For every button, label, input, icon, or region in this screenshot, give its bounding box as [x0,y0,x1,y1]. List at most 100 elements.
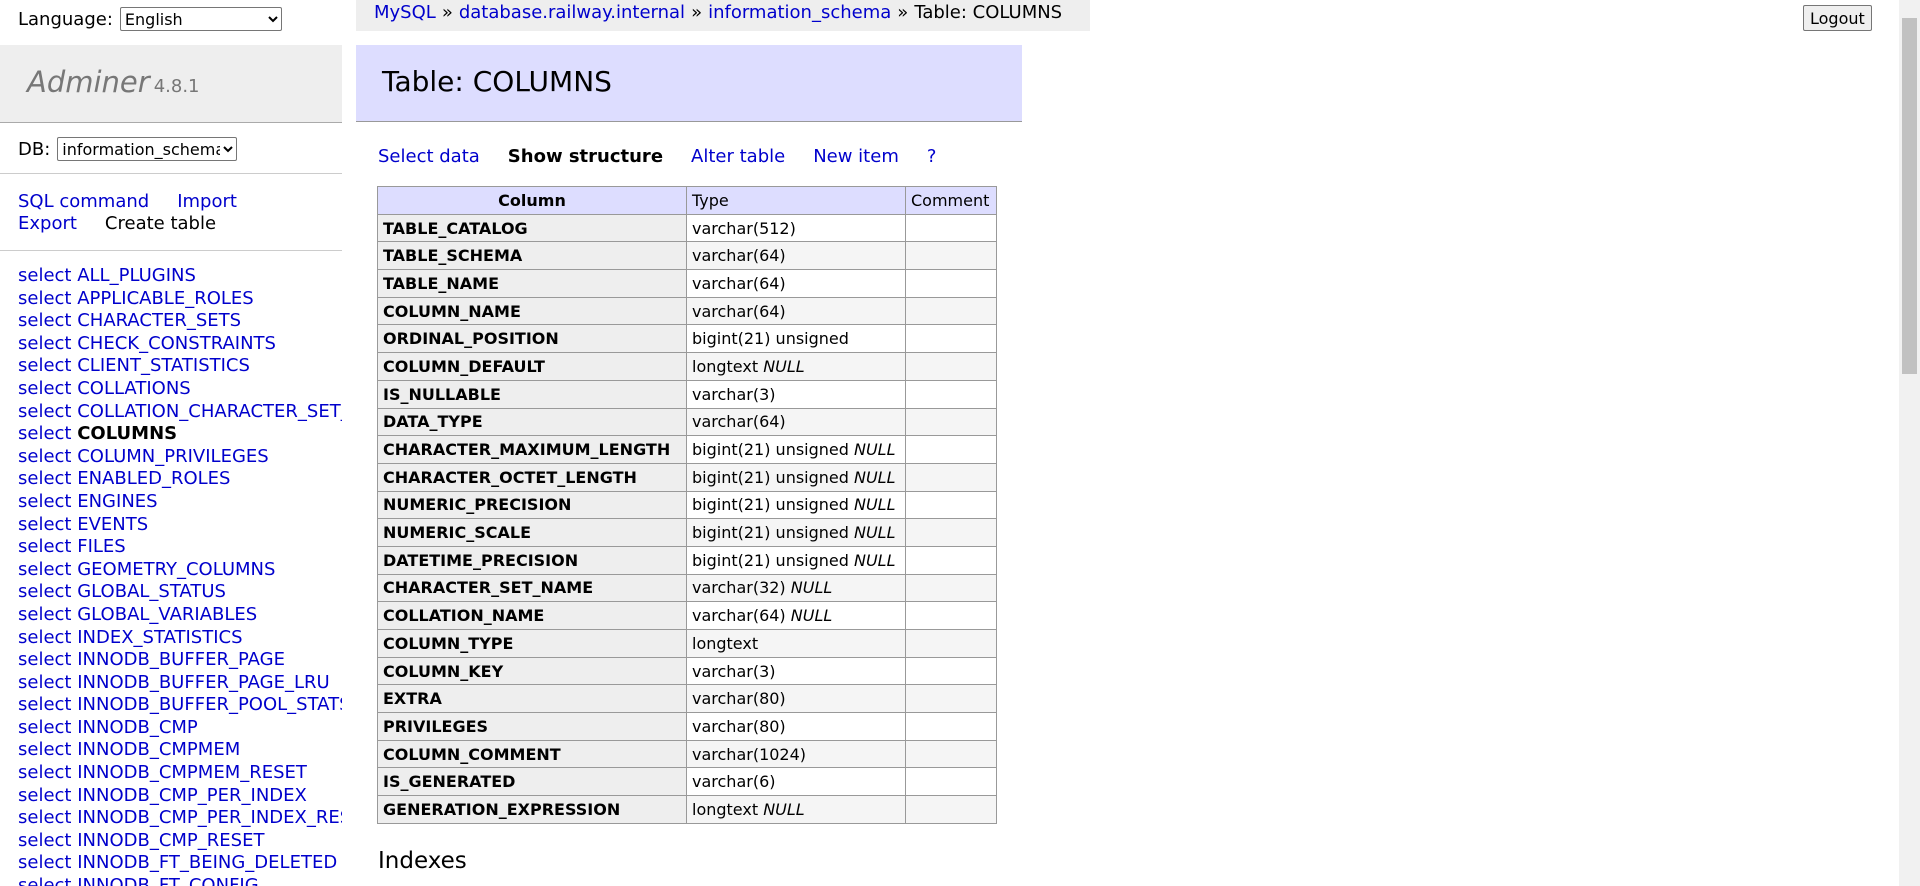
scrollbar[interactable] [1899,0,1920,886]
table-name-link[interactable]: INNODB_CMP_PER_INDEX_RESET [77,807,342,828]
select-link[interactable]: select [18,423,71,444]
select-link[interactable]: select [18,649,71,670]
select-link[interactable]: select [18,333,71,354]
table-name-link[interactable]: INDEX_STATISTICS [77,627,242,648]
table-name-link[interactable]: INNODB_FT_BEING_DELETED [77,852,337,873]
select-link[interactable]: select [18,446,71,467]
table-name-link[interactable]: INNODB_CMP_RESET [77,830,264,851]
brand-logo[interactable]: Adminer 4.8.1 [27,65,200,99]
sidebar-table-item[interactable]: select INNODB_FT_BEING_DELETED [18,852,342,875]
sidebar-table-item[interactable]: select ENGINES [18,491,342,514]
select-link[interactable]: select [18,830,71,851]
sidebar-table-item[interactable]: select GLOBAL_STATUS [18,581,342,604]
sidebar-table-item[interactable]: select INDEX_STATISTICS [18,627,342,650]
table-name-link[interactable]: INNODB_BUFFER_PAGE [77,649,285,670]
table-name-link[interactable]: INNODB_CMPMEM [77,739,240,760]
table-name-link[interactable]: ALL_PLUGINS [77,265,196,286]
sidebar-table-item[interactable]: select INNODB_BUFFER_POOL_STATS [18,694,342,717]
select-link[interactable]: select [18,604,71,625]
sidebar-table-item[interactable]: select COLUMNS [18,423,342,446]
breadcrumb-host[interactable]: database.railway.internal [459,2,685,23]
language-select[interactable]: English [119,7,282,31]
sidebar-table-item[interactable]: select ENABLED_ROLES [18,468,342,491]
sidebar-table-item[interactable]: select INNODB_CMP_RESET [18,830,342,853]
select-link[interactable]: select [18,627,71,648]
select-link[interactable]: select [18,378,71,399]
table-name-link[interactable]: INNODB_CMP [77,717,198,738]
sidebar-table-item[interactable]: select COLLATION_CHARACTER_SET_APPLICABI… [18,401,342,424]
table-name-link[interactable]: INNODB_CMPMEM_RESET [77,762,307,783]
table-name-link[interactable]: INNODB_BUFFER_POOL_STATS [77,694,342,715]
table-name-link[interactable]: COLLATIONS [77,378,190,399]
import-link[interactable]: Import [177,191,237,212]
select-link[interactable]: select [18,401,71,422]
sidebar-table-item[interactable]: select EVENTS [18,514,342,537]
select-link[interactable]: select [18,762,71,783]
select-link[interactable]: select [18,468,71,489]
select-link[interactable]: select [18,807,71,828]
table-name-link[interactable]: COLLATION_CHARACTER_SET_APPLICABILITY [77,401,342,422]
breadcrumb-server[interactable]: MySQL [374,2,436,23]
select-link[interactable]: select [18,310,71,331]
sidebar-table-item[interactable]: select INNODB_CMP_PER_INDEX_RESET [18,807,342,830]
table-name-link[interactable]: ENABLED_ROLES [77,468,230,489]
sidebar-table-item[interactable]: select COLLATIONS [18,378,342,401]
sidebar-table-item[interactable]: select COLUMN_PRIVILEGES [18,446,342,469]
select-link[interactable]: select [18,536,71,557]
sidebar-table-item[interactable]: select GEOMETRY_COLUMNS [18,559,342,582]
select-link[interactable]: select [18,717,71,738]
table-name-link[interactable]: CHARACTER_SETS [77,310,241,331]
select-link[interactable]: select [18,491,71,512]
select-link[interactable]: select [18,581,71,602]
sidebar-table-item[interactable]: select INNODB_BUFFER_PAGE [18,649,342,672]
sidebar-table-item[interactable]: select FILES [18,536,342,559]
select-link[interactable]: select [18,559,71,580]
export-link[interactable]: Export [18,213,77,234]
brand-name[interactable]: Adminer [27,65,150,99]
select-link[interactable]: select [18,265,71,286]
select-link[interactable]: select [18,852,71,873]
sidebar-table-item[interactable]: select CHARACTER_SETS [18,310,342,333]
select-data-link[interactable]: Select data [378,146,480,167]
table-name-link[interactable]: GEOMETRY_COLUMNS [77,559,275,580]
table-name-link[interactable]: INNODB_FT_CONFIG [77,875,258,886]
select-link[interactable]: select [18,514,71,535]
table-name-link[interactable]: CHECK_CONSTRAINTS [77,333,276,354]
logout-button[interactable]: Logout [1803,5,1872,31]
table-name-link[interactable]: INNODB_CMP_PER_INDEX [77,785,307,806]
table-name-link[interactable]: GLOBAL_VARIABLES [77,604,257,625]
scrollbar-thumb[interactable] [1902,18,1917,374]
show-structure-link[interactable]: Show structure [508,146,663,167]
select-link[interactable]: select [18,355,71,376]
select-link[interactable]: select [18,785,71,806]
table-name-link[interactable]: ENGINES [77,491,157,512]
sidebar-table-item[interactable]: select INNODB_CMPMEM [18,739,342,762]
db-select[interactable]: information_schema [57,137,238,161]
table-name-link[interactable]: FILES [77,536,126,557]
sidebar-table-item[interactable]: select INNODB_CMP [18,717,342,740]
sidebar-table-item[interactable]: select CLIENT_STATISTICS [18,355,342,378]
sidebar-table-item[interactable]: select INNODB_CMPMEM_RESET [18,762,342,785]
select-link[interactable]: select [18,672,71,693]
table-name-link[interactable]: EVENTS [77,514,148,535]
sidebar-table-item[interactable]: select INNODB_BUFFER_PAGE_LRU [18,672,342,695]
table-name-link[interactable]: INNODB_BUFFER_PAGE_LRU [77,672,329,693]
new-item-link[interactable]: New item [813,146,899,167]
select-link[interactable]: select [18,288,71,309]
table-name-link[interactable]: APPLICABLE_ROLES [77,288,254,309]
sidebar-table-item[interactable]: select CHECK_CONSTRAINTS [18,333,342,356]
sidebar-table-item[interactable]: select INNODB_FT_CONFIG [18,875,342,886]
sidebar-table-item[interactable]: select GLOBAL_VARIABLES [18,604,342,627]
table-name-link[interactable]: COLUMNS [77,423,177,444]
table-name-link[interactable]: GLOBAL_STATUS [77,581,226,602]
create-table-link[interactable]: Create table [105,213,216,234]
alter-table-link[interactable]: Alter table [691,146,785,167]
sql-command-link[interactable]: SQL command [18,191,149,212]
help-link[interactable]: ? [927,146,937,167]
select-link[interactable]: select [18,694,71,715]
sidebar-table-item[interactable]: select INNODB_CMP_PER_INDEX [18,785,342,808]
table-name-link[interactable]: COLUMN_PRIVILEGES [77,446,268,467]
select-link[interactable]: select [18,875,71,886]
sidebar-table-item[interactable]: select APPLICABLE_ROLES [18,288,342,311]
sidebar-table-item[interactable]: select ALL_PLUGINS [18,265,342,288]
